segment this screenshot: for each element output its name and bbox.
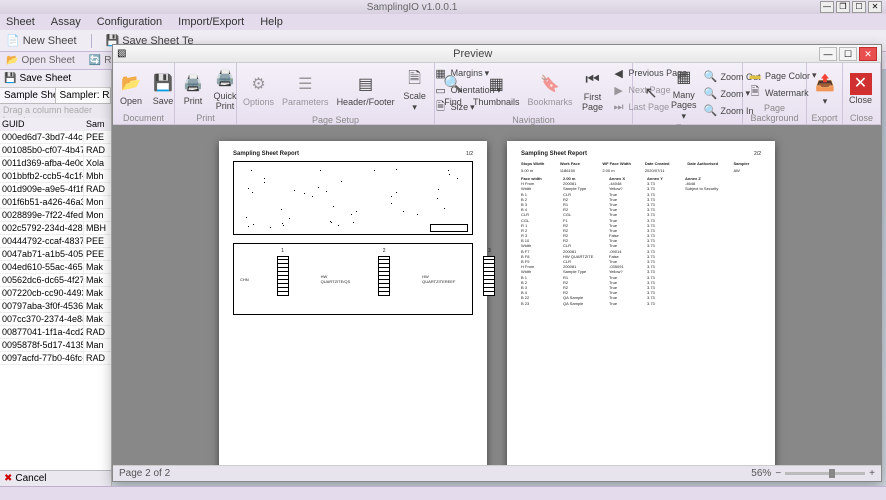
save-sheet-button[interactable]: 💾 Save Sheet <box>4 73 71 84</box>
zoom-slider[interactable] <box>785 472 865 475</box>
last-page-button[interactable]: ⏭Last Page <box>611 99 688 115</box>
find-button[interactable]: 🔍Find <box>439 72 467 109</box>
table-row[interactable]: 007220cb-cc90-4493-905...Mak <box>0 287 111 300</box>
preview-title: Preview <box>126 48 819 60</box>
preview-ribbon: 📂Open 💾Save Document 🖨️Print 🖨️Quick Pri… <box>113 63 881 125</box>
save-button[interactable]: 💾Save <box>149 71 177 108</box>
table-row[interactable]: 001d909e-a9e5-4f1f-9d...RAD <box>0 183 111 196</box>
close-preview-button[interactable]: ✕Close <box>847 72 874 107</box>
preview-pages[interactable]: 1/2 Sampling Sheet Report CHN 1 HW QUART… <box>113 125 881 465</box>
table-row[interactable]: 000ed6d7-3bd7-44c9-83...PEE <box>0 131 111 144</box>
main-area: ▧ Preview — ☐ ✕ 📂Open 💾Save Document <box>112 70 886 486</box>
preview-statusbar: Page 2 of 2 56% − + <box>113 465 881 481</box>
table-row[interactable]: 001085b0-cf07-4b47-bd...RAD <box>0 144 111 157</box>
options-button[interactable]: ⚙Options <box>241 72 276 109</box>
first-page-button[interactable]: ⏮First Page <box>579 67 607 114</box>
minimize-button[interactable]: — <box>820 1 834 13</box>
table-row[interactable]: 0011d369-afba-4e0d-90...Xola <box>0 157 111 170</box>
cancel-button[interactable]: ✖Cancel <box>0 470 111 486</box>
zoom-minus-button[interactable]: − <box>775 468 781 479</box>
col-guid[interactable]: GUID <box>0 118 84 130</box>
group-drop-area[interactable]: Drag a column header here to group <box>0 104 111 118</box>
table-row[interactable]: 001bbfb2-ccb5-4c1f-a5e...Mbh <box>0 170 111 183</box>
table-row[interactable]: 00562dc6-dc65-4f27-950...Mak <box>0 274 111 287</box>
menu-sheet[interactable]: Sheet <box>6 16 35 28</box>
app-titlebar: ▧ SamplingIO v1.0.0.1 — ❐ ☐ ✕ <box>0 0 886 14</box>
close-button[interactable]: ✕ <box>868 1 882 13</box>
next-page-button[interactable]: ▶Next Page <box>611 82 688 98</box>
table-row[interactable]: 004ed610-55ac-4659-8c...Mak <box>0 261 111 274</box>
report-data-table: Face widthH FromWidthB 1B 2B 3B 4CLRCGLR… <box>521 176 761 306</box>
table-row[interactable]: 0028899e-7f22-4fed-85...Mon <box>0 209 111 222</box>
app-statusbar <box>0 486 886 500</box>
preview-maximize-button[interactable]: ☐ <box>839 47 857 61</box>
table-row[interactable]: 001f6b51-a426-46a3-ae...Mon <box>0 196 111 209</box>
menu-help[interactable]: Help <box>260 16 283 28</box>
parameters-button[interactable]: ☰Parameters <box>280 72 331 109</box>
open-sheet-button[interactable]: 📂 Open Sheet <box>6 55 75 66</box>
preview-close-button[interactable]: ✕ <box>859 47 877 61</box>
print-preview-window: ▧ Preview — ☐ ✕ 📂Open 💾Save Document <box>112 44 882 482</box>
grid-body[interactable]: 000ed6d7-3bd7-44c9-83...PEE001085b0-cf07… <box>0 131 111 470</box>
bookmarks-button[interactable]: 🔖Bookmarks <box>526 72 575 109</box>
maximize-button[interactable]: ☐ <box>852 1 866 13</box>
left-panel: 💾 Save Sheet Sample Sheets Sampler: RADE… <box>0 70 112 486</box>
tab-sample-sheets[interactable]: Sample Sheets <box>0 88 56 103</box>
preview-icon: ▧ <box>117 48 126 59</box>
table-row[interactable]: 0097acfd-77b0-46fc-9d1...RAD <box>0 352 111 365</box>
app-title: SamplingIO v1.0.0.1 <box>4 2 820 13</box>
grid-header: GUID Sam <box>0 118 111 131</box>
table-row[interactable]: 00877041-1f1a-4cd2-8a...RAD <box>0 326 111 339</box>
preview-minimize-button[interactable]: — <box>819 47 837 61</box>
print-button[interactable]: 🖨️Print <box>179 71 207 108</box>
scale-button[interactable]: 🗎Scale▾ <box>401 66 429 114</box>
col-sampler[interactable]: Sam <box>84 118 110 130</box>
open-button[interactable]: 📂Open <box>117 71 145 108</box>
table-row[interactable]: 00797aba-3f0f-4536-b6f...Mak <box>0 300 111 313</box>
export-button[interactable]: 📤▾ <box>811 71 839 108</box>
zoom-value: 56% <box>751 468 771 479</box>
menubar: Sheet Assay Configuration Import/Export … <box>0 14 886 30</box>
preview-page-2: 2/2 Sampling Sheet Report Stops WidthWor… <box>507 141 775 465</box>
tab-sampler[interactable]: Sampler: RADEBE <box>56 88 112 103</box>
menu-importexport[interactable]: Import/Export <box>178 16 244 28</box>
menu-configuration[interactable]: Configuration <box>97 16 162 28</box>
restore-button[interactable]: ❐ <box>836 1 850 13</box>
table-row[interactable]: 00444792-ccaf-4837-afd...PEE <box>0 235 111 248</box>
report-scatter-plot <box>233 161 473 235</box>
report-legend: CHN 1 HW QUARTZITE/QS 2 HW QUARTZITEREEF… <box>233 243 473 315</box>
preview-page-indicator: Page 2 of 2 <box>119 468 170 479</box>
menu-assay[interactable]: Assay <box>51 16 81 28</box>
zoom-plus-button[interactable]: + <box>869 468 875 479</box>
preview-page-1: 1/2 Sampling Sheet Report CHN 1 HW QUART… <box>219 141 487 465</box>
header-footer-button[interactable]: ▤Header/Footer <box>335 72 397 109</box>
report-title: Sampling Sheet Report <box>233 151 473 157</box>
table-row[interactable]: 0047ab71-a1b5-4055-89...PEE <box>0 248 111 261</box>
table-row[interactable]: 002c5792-234d-4286-8e...MBH <box>0 222 111 235</box>
thumbnails-button[interactable]: ▦Thumbnails <box>471 72 522 109</box>
table-row[interactable]: 0095878f-5d17-4135-ac...Man <box>0 339 111 352</box>
quick-print-button[interactable]: 🖨️Quick Print <box>211 66 239 113</box>
new-sheet-button[interactable]: 📄 New Sheet <box>6 34 77 47</box>
report-title-2: Sampling Sheet Report <box>521 151 761 157</box>
table-row[interactable]: 007cc370-2374-4e8a-bd...Mak <box>0 313 111 326</box>
